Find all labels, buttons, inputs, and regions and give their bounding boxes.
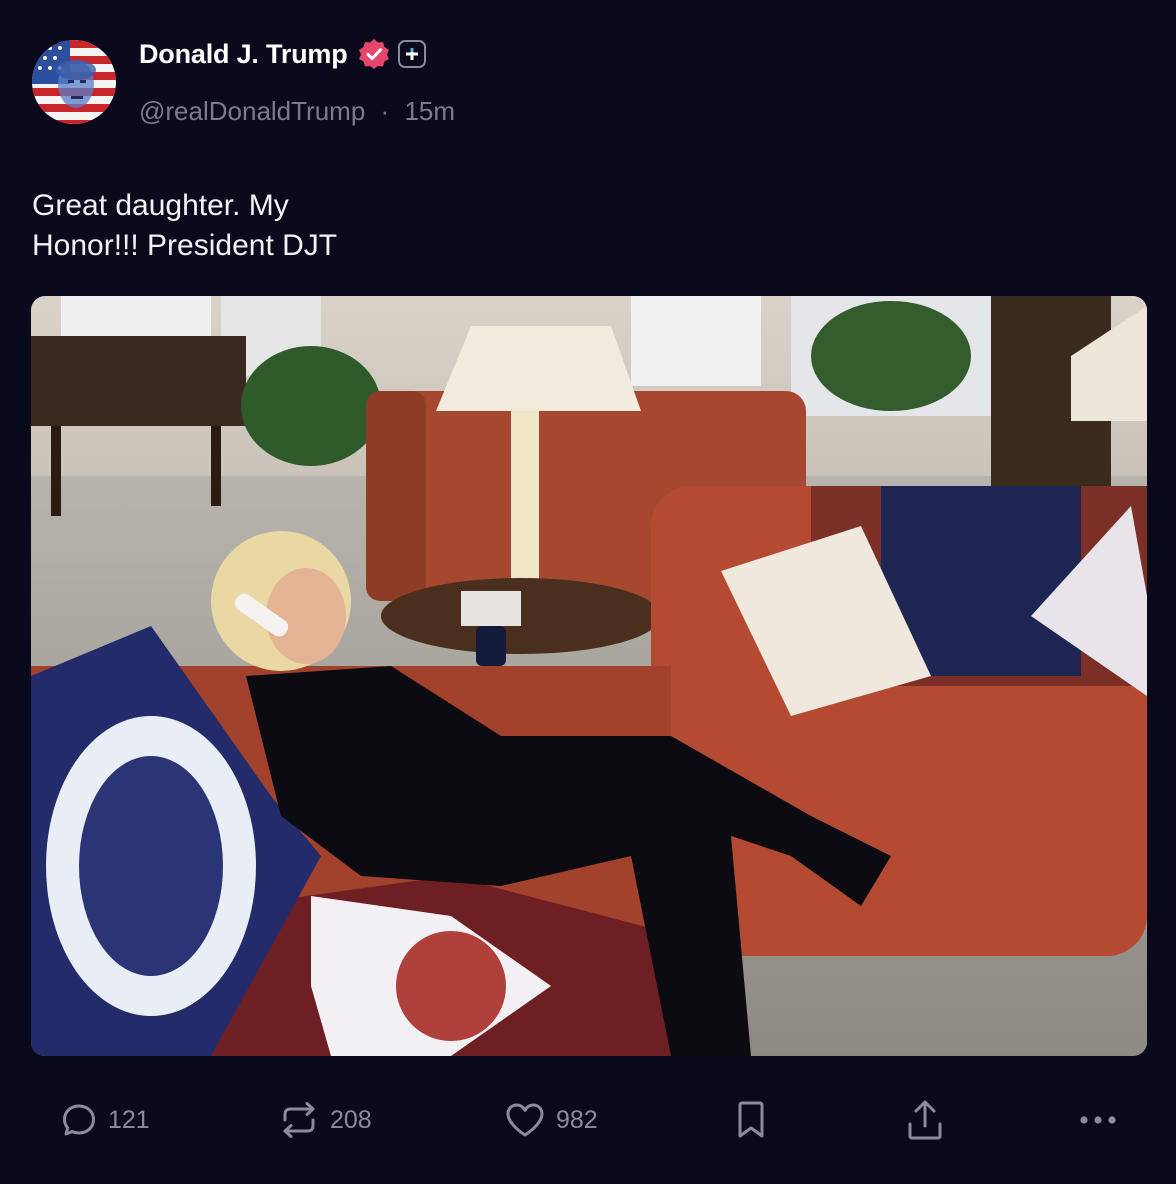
repost-icon: [278, 1100, 320, 1140]
meta-separator: ·: [380, 96, 390, 126]
reply-count: 121: [108, 1105, 150, 1134]
like-button[interactable]: 982: [504, 1092, 598, 1148]
author-name[interactable]: Donald J. Trump: [139, 39, 348, 70]
more-icon: [1078, 1114, 1118, 1126]
bookmark-icon: [734, 1099, 768, 1141]
reply-icon: [60, 1101, 98, 1139]
share-icon: [905, 1098, 945, 1142]
author-handle[interactable]: @realDonaldTrump: [139, 96, 365, 126]
post-photo-illustration: [31, 296, 1147, 1056]
repost-button[interactable]: 208: [278, 1092, 372, 1148]
heart-icon: [504, 1101, 546, 1139]
bookmark-button[interactable]: [734, 1092, 768, 1148]
post-text-line: Great daughter. My: [32, 189, 289, 222]
like-count: 982: [556, 1105, 598, 1134]
post-text-line: Honor!!! President DJT: [32, 229, 338, 262]
verified-badge-icon: [358, 38, 390, 70]
post-text: Great daughter. My Honor!!! President DJ…: [32, 186, 552, 266]
post-time[interactable]: 15m: [404, 96, 455, 126]
more-button[interactable]: [1078, 1092, 1118, 1148]
plus-badge-icon: [397, 40, 426, 68]
post-image[interactable]: [31, 296, 1147, 1056]
avatar-image: [32, 40, 116, 124]
post-actions: 121 208 982: [0, 1092, 1176, 1148]
author-meta: @realDonaldTrump · 15m: [139, 96, 455, 127]
author-avatar[interactable]: [32, 40, 116, 124]
author-name-row: Donald J. Trump: [139, 36, 426, 72]
reply-button[interactable]: 121: [60, 1092, 150, 1148]
repost-count: 208: [330, 1105, 372, 1134]
share-button[interactable]: [905, 1092, 945, 1148]
